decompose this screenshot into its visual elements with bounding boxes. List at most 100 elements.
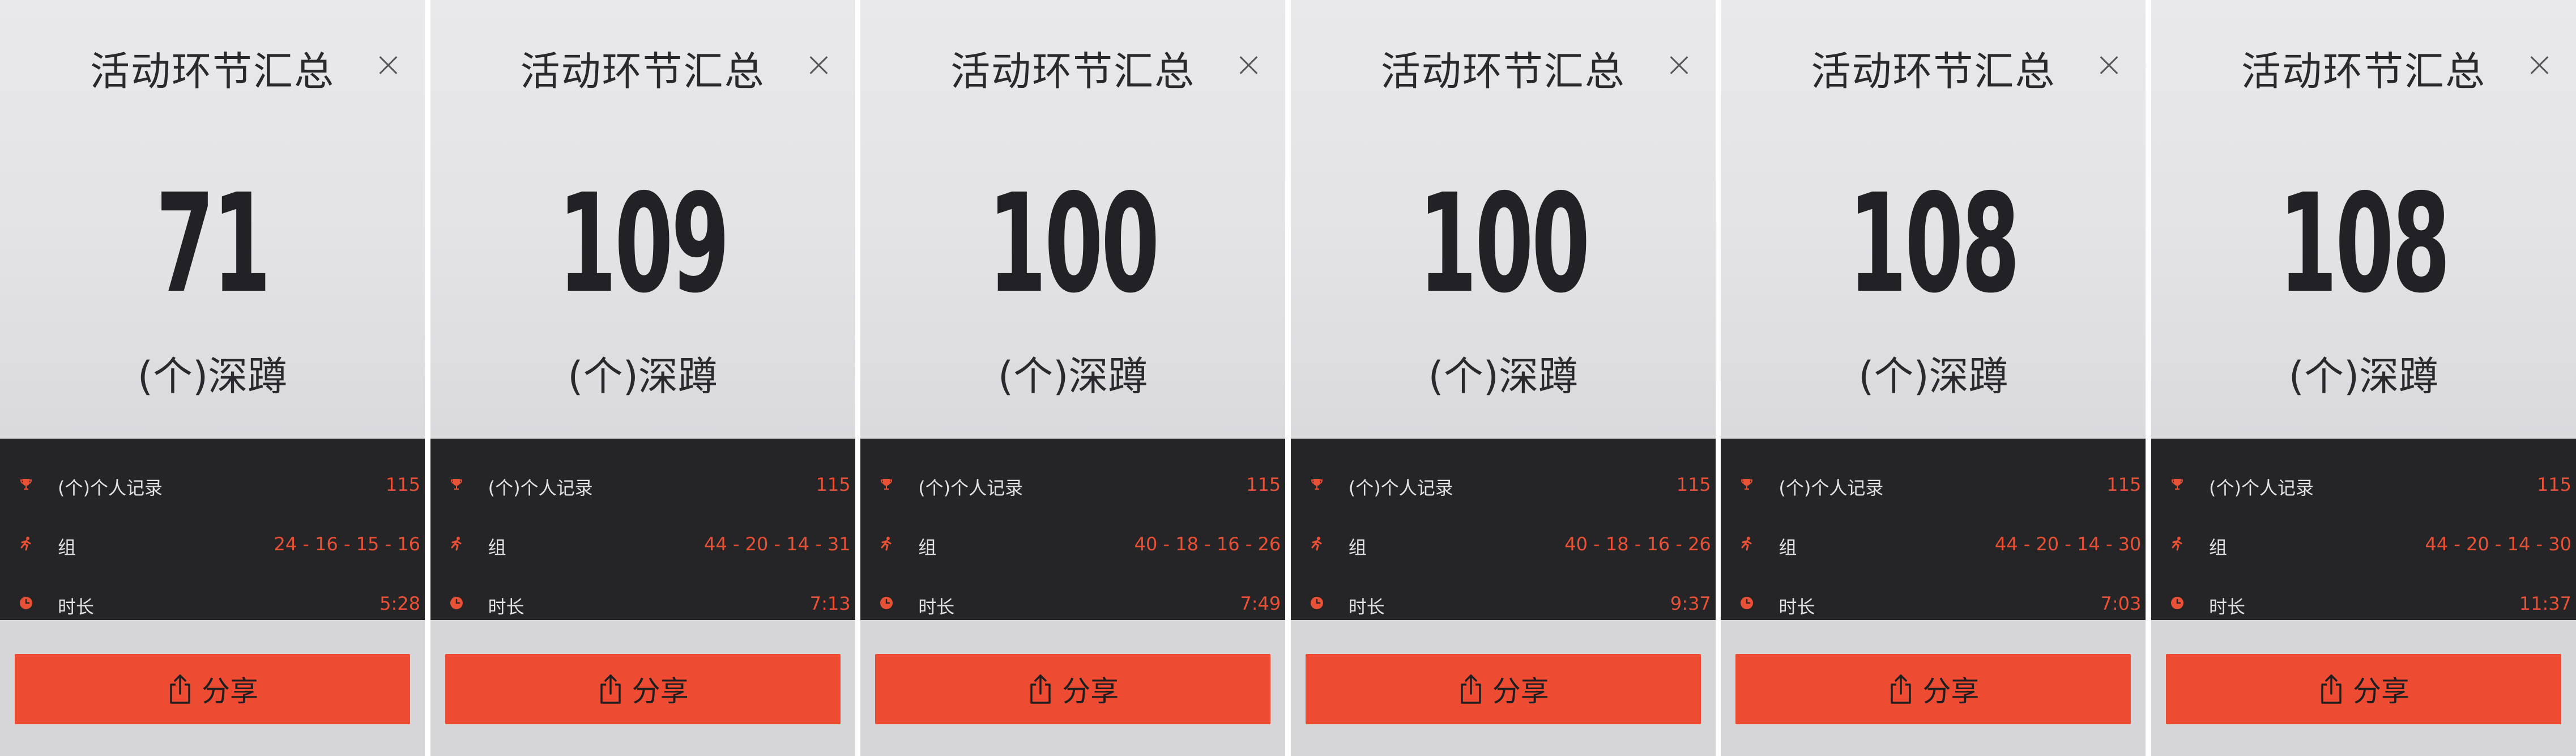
share-button[interactable]: 分享	[2165, 654, 2561, 724]
clock-icon	[1741, 597, 1754, 609]
share-icon	[2321, 674, 2342, 704]
squat-count: 100	[988, 164, 1159, 323]
runner-icon	[2172, 537, 2182, 551]
stat-row-record: (个)个人记录 115	[860, 467, 1285, 501]
stat-row-sets: 组 44 - 20 - 14 - 30	[1721, 526, 2146, 560]
clock-icon	[880, 597, 893, 609]
duration-label: 时长	[488, 596, 524, 618]
sets-label: 组	[918, 537, 937, 558]
summary-header: 活动环节汇总 71 (个)深蹲	[0, 0, 425, 439]
squat-count: 108	[2279, 164, 2450, 323]
activity-summary-screen: 活动环节汇总 100 (个)深蹲 (个)个人记录 115 组 40 - 18 -…	[1290, 0, 1716, 756]
summary-header: 活动环节汇总 108 (个)深蹲	[1721, 0, 2146, 439]
share-button[interactable]: 分享	[1305, 654, 1701, 724]
count-unit: (个)深蹲	[2288, 353, 2439, 400]
record-label: (个)个人记录	[58, 477, 163, 499]
record-value: 115	[1246, 474, 1281, 495]
squat-count: 100	[1418, 164, 1590, 323]
share-icon	[1030, 674, 1051, 704]
duration-value: 7:03	[2100, 593, 2142, 614]
sets-value: 44 - 20 - 14 - 30	[2425, 533, 2571, 555]
record-value: 115	[816, 474, 851, 495]
clock-icon	[1310, 597, 1323, 609]
stat-row-record: (个)个人记录 115	[1721, 467, 2146, 501]
count-unit: (个)深蹲	[1428, 353, 1579, 400]
share-label: 分享	[1922, 675, 1980, 708]
trophy-icon	[881, 479, 893, 490]
stat-row-record: (个)个人记录 115	[0, 467, 425, 501]
close-icon[interactable]	[807, 53, 830, 77]
share-icon	[170, 674, 190, 704]
stat-row-record: (个)个人记录 115	[430, 467, 855, 501]
share-button[interactable]: 分享	[1735, 654, 2131, 724]
trophy-icon	[2171, 479, 2183, 490]
share-button[interactable]: 分享	[15, 654, 410, 724]
duration-label: 时长	[1779, 596, 1815, 618]
duration-value: 9:37	[1670, 593, 1711, 614]
share-label: 分享	[202, 675, 258, 708]
stat-row-duration: 时长 11:37	[2151, 586, 2576, 620]
squat-count: 108	[1848, 164, 2020, 323]
record-label: (个)个人记录	[2208, 477, 2314, 499]
count-unit: (个)深蹲	[137, 353, 288, 400]
stat-row-duration: 时长 7:13	[430, 586, 855, 620]
stat-row-sets: 组 40 - 18 - 16 - 26	[860, 526, 1285, 560]
record-label: (个)个人记录	[1348, 477, 1453, 499]
share-button[interactable]: 分享	[445, 654, 841, 724]
duration-value: 7:13	[809, 593, 851, 614]
stats-panel: (个)个人记录 115 组 40 - 18 - 16 - 26	[1290, 439, 1716, 620]
stat-row-record: (个)个人记录 115	[2151, 467, 2576, 501]
page-title: 活动环节汇总	[950, 48, 1196, 95]
count-unit: (个)深蹲	[1858, 353, 2008, 400]
close-icon[interactable]	[2527, 53, 2551, 77]
summary-header: 活动环节汇总 100 (个)深蹲	[1290, 0, 1716, 439]
share-label: 分享	[1492, 675, 1549, 708]
page-title: 活动环节汇总	[520, 48, 765, 95]
stats-panel: (个)个人记录 115 组 44 - 20 - 14 - 30	[1721, 439, 2146, 620]
stats-panel: (个)个人记录 115 组 24 - 16 - 15 - 16 时长 5:28	[0, 439, 425, 620]
share-icon	[1461, 674, 1481, 704]
stat-row-sets: 组 40 - 18 - 16 - 26	[1291, 526, 1716, 560]
footer: 分享	[860, 620, 1286, 756]
squat-count: 71	[156, 164, 271, 323]
close-icon[interactable]	[1236, 53, 1260, 77]
sets-value: 40 - 18 - 16 - 26	[1134, 533, 1281, 555]
share-label: 分享	[1062, 675, 1119, 708]
share-icon	[600, 674, 621, 704]
squat-count: 109	[557, 164, 730, 323]
page-title: 活动环节汇总	[1380, 48, 1626, 95]
sets-value: 44 - 20 - 14 - 31	[704, 533, 851, 555]
record-value: 115	[385, 474, 420, 495]
footer: 分享	[0, 620, 425, 756]
summary-header: 活动环节汇总 100 (个)深蹲	[860, 0, 1286, 439]
sets-value: 40 - 18 - 16 - 26	[1564, 533, 1711, 555]
activity-summary-screen: 活动环节汇总 108 (个)深蹲 (个)个人记录 115 组 44 - 20 -…	[1721, 0, 2146, 756]
duration-label: 时长	[1348, 596, 1385, 618]
stat-row-duration: 时长 7:49	[860, 586, 1285, 620]
footer: 分享	[2151, 620, 2576, 756]
duration-label: 时长	[58, 596, 95, 618]
share-button[interactable]: 分享	[875, 654, 1271, 724]
close-icon[interactable]	[376, 53, 400, 77]
close-icon[interactable]	[2097, 53, 2121, 77]
duration-value: 11:37	[2519, 593, 2571, 614]
duration-value: 7:49	[1240, 593, 1281, 614]
stat-row-sets: 组 24 - 16 - 15 - 16	[0, 526, 425, 560]
share-icon	[1891, 674, 1912, 704]
footer: 分享	[430, 620, 855, 756]
record-label: (个)个人记录	[1779, 477, 1884, 499]
duration-label: 时长	[2208, 596, 2245, 618]
share-label: 分享	[2352, 675, 2409, 708]
record-value: 115	[2536, 474, 2571, 495]
stats-panel: (个)个人记录 115 组 44 - 20 - 14 - 31 时长 7:13	[430, 439, 855, 620]
sets-label: 组	[2208, 537, 2227, 558]
trophy-icon	[20, 479, 32, 490]
record-value: 115	[2106, 474, 2142, 495]
stat-row-duration: 时长 9:37	[1291, 586, 1716, 620]
stat-row-sets: 组 44 - 20 - 14 - 30	[2151, 526, 2576, 560]
close-icon[interactable]	[1667, 53, 1691, 77]
duration-value: 5:28	[379, 593, 420, 614]
stats-panel: (个)个人记录 115 组 40 - 18 - 16 - 26	[860, 439, 1286, 620]
stat-row-duration: 时长 7:03	[1721, 586, 2146, 620]
record-label: (个)个人记录	[918, 477, 1023, 499]
